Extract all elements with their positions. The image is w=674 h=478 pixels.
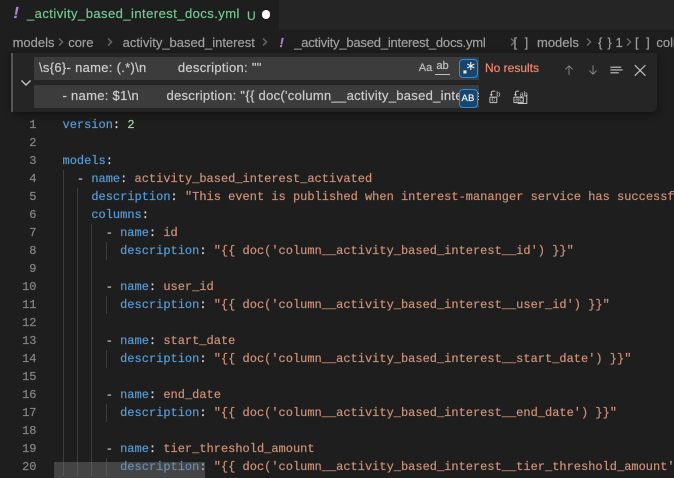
svg-text:b: b (496, 89, 500, 98)
svg-text:c: c (492, 97, 496, 104)
svg-text:ac: ac (515, 97, 523, 104)
